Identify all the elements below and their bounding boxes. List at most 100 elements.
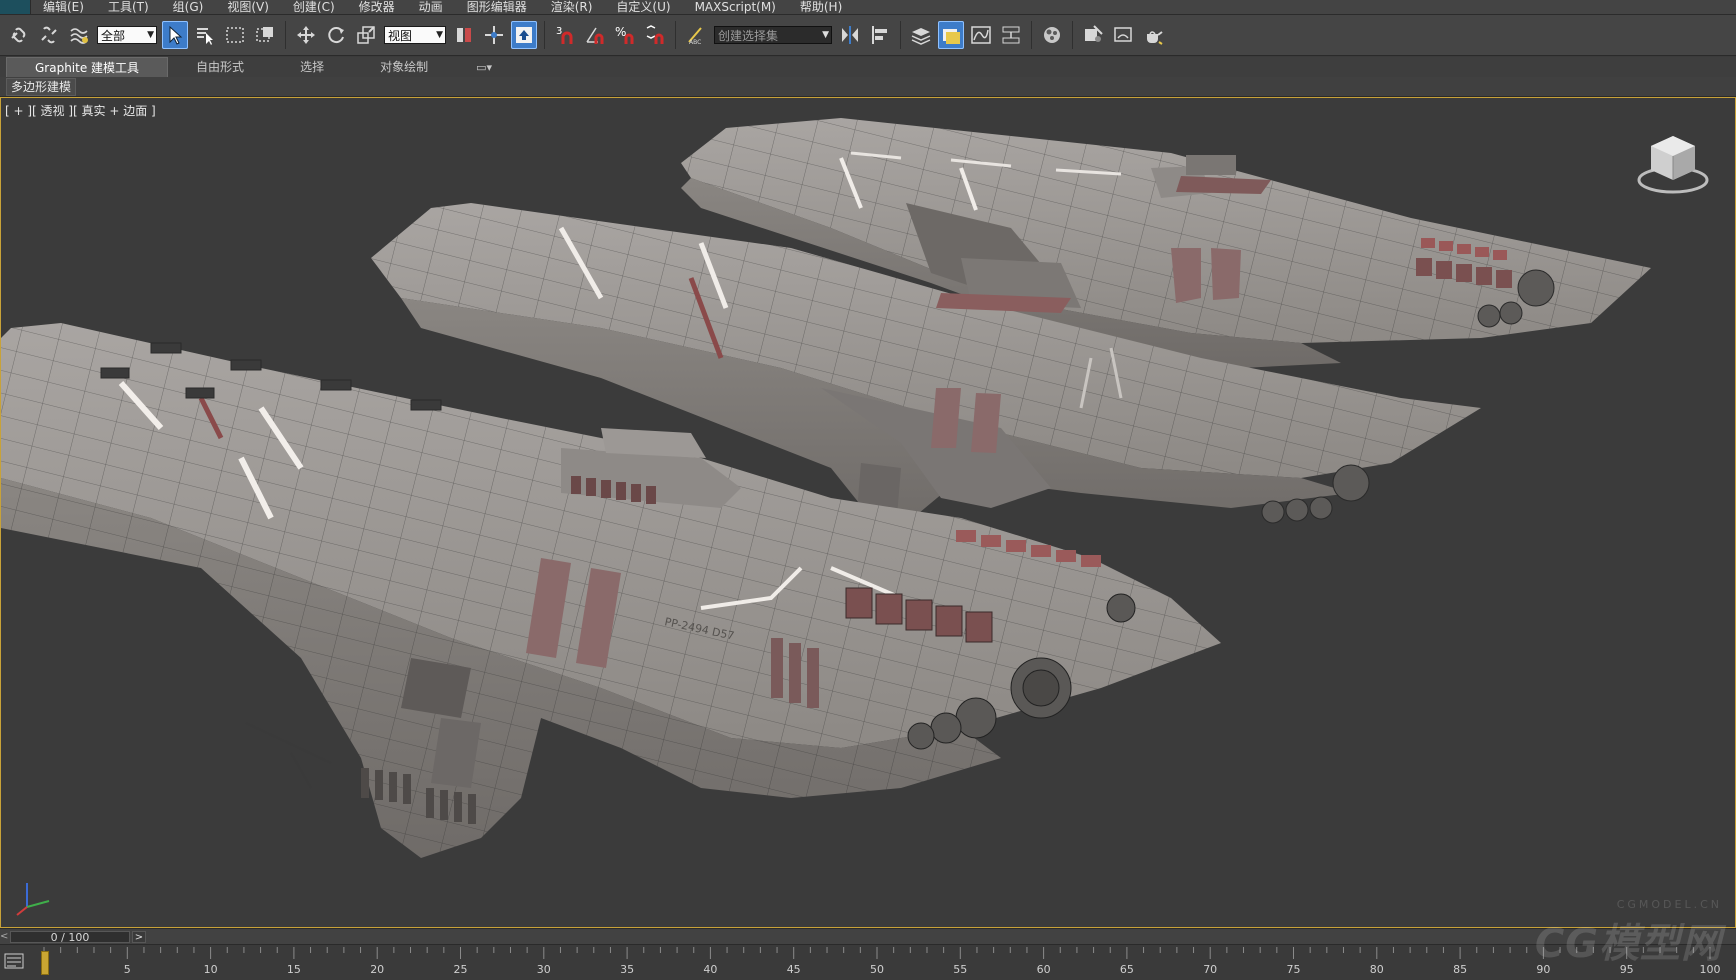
menu-tools[interactable]: 工具(T) xyxy=(96,0,161,14)
trackbar-tick-label: 40 xyxy=(703,963,718,976)
viewcube[interactable] xyxy=(1633,128,1713,198)
manipulate-icon[interactable] xyxy=(481,21,507,49)
main-toolbar: 全部 ▼ 视图 ▼ 3 % ABC 创建选择集 ▼ xyxy=(0,15,1736,56)
time-slider-value: 0 / 100 xyxy=(50,930,90,944)
link-icon[interactable] xyxy=(6,21,32,49)
curve-editor-icon[interactable] xyxy=(968,21,994,49)
trackbar-tick-label: 60 xyxy=(1036,963,1051,976)
trackbar-tick-label: 55 xyxy=(953,963,968,976)
trackbar-tick-label: 20 xyxy=(370,963,385,976)
toolbar-separator xyxy=(544,21,545,49)
menu-bar: 编辑(E) 工具(T) 组(G) 视图(V) 创建(C) 修改器 动画 图形编辑… xyxy=(0,0,1736,15)
keyboard-shortcut-override-icon[interactable] xyxy=(511,21,537,49)
trackbar-tick-label: 85 xyxy=(1453,963,1468,976)
trackbar-tick-label: 30 xyxy=(536,963,551,976)
svg-text:ABC: ABC xyxy=(689,39,701,46)
track-bar[interactable]: 5 10 15 20 25 30 35 40 45 50 55 60 65 70 75 80 85 90 95 100 xyxy=(0,944,1736,980)
layer-icon[interactable] xyxy=(908,21,934,49)
trackbar-tick-label: 65 xyxy=(1119,963,1134,976)
menu-rendering[interactable]: 渲染(R) xyxy=(539,0,605,14)
selection-filter-value: 全部 xyxy=(101,28,126,43)
rotate-icon[interactable] xyxy=(323,21,349,49)
app-logo[interactable] xyxy=(0,0,31,14)
toolbar-separator xyxy=(1031,21,1032,49)
bind-space-warp-icon[interactable] xyxy=(66,21,92,49)
tab-object-paint[interactable]: 对象绘制 xyxy=(352,57,456,77)
toolbar-separator xyxy=(285,21,286,49)
menu-animation[interactable]: 动画 xyxy=(407,0,455,14)
spinner-snap-icon[interactable] xyxy=(642,21,668,49)
pivot-center-icon[interactable] xyxy=(451,21,477,49)
named-selection-dropdown[interactable]: 创建选择集 ▼ xyxy=(714,26,832,44)
move-icon[interactable] xyxy=(293,21,319,49)
trackbar-tick-label: 75 xyxy=(1286,963,1301,976)
menu-graph-editors[interactable]: 图形编辑器 xyxy=(455,0,539,14)
perspective-viewport[interactable]: PP-2494 D57 [ + ][ 透视 ][ 真实 + 边面 ] xyxy=(0,97,1736,928)
tab-graphite-modeling-tools[interactable]: Graphite 建模工具 xyxy=(6,56,169,78)
select-icon[interactable] xyxy=(162,21,188,49)
align-icon[interactable] xyxy=(867,21,893,49)
render-frame-icon[interactable] xyxy=(1110,21,1136,49)
teapot-icon[interactable] xyxy=(1140,21,1166,49)
menu-maxscript[interactable]: MAXScript(M) xyxy=(683,0,788,14)
reference-coord-dropdown[interactable]: 视图 ▼ xyxy=(384,26,446,44)
named-selection-value: 创建选择集 xyxy=(718,28,779,43)
menu-views[interactable]: 视图(V) xyxy=(215,0,281,14)
watermark-big: CG模型网 xyxy=(1534,921,1722,967)
menu-group[interactable]: 组(G) xyxy=(161,0,216,14)
toolbar-separator xyxy=(900,21,901,49)
ribbon-tab-bar: Graphite 建模工具 自由形式 选择 对象绘制 ▭▾ xyxy=(0,56,1736,78)
watermark-small: CGMODEL.CN xyxy=(1616,898,1722,911)
percent-snap-icon[interactable]: % xyxy=(612,21,638,49)
viewport-label[interactable]: [ + ][ 透视 ][ 真实 + 边面 ] xyxy=(5,102,156,119)
scene-render[interactable]: PP-2494 D57 xyxy=(1,98,1735,927)
trackbar-tick-label: 45 xyxy=(786,963,801,976)
menu-create[interactable]: 创建(C) xyxy=(281,0,347,14)
selection-filter-dropdown[interactable]: 全部 ▼ xyxy=(97,26,157,44)
snap-label: 3 xyxy=(556,26,562,37)
ribbon-options-icon[interactable]: ▭▾ xyxy=(476,61,492,74)
subtab-polygon-modeling[interactable]: 多边形建模 xyxy=(6,78,77,96)
trackbar-tick-label: 5 xyxy=(123,963,131,976)
watermark: CGMODEL.CN CG模型网 xyxy=(1535,898,1722,969)
chevron-down-icon: ▼ xyxy=(436,30,443,40)
time-slider[interactable]: < 0 / 100 > xyxy=(0,928,1736,945)
trackbar-tick-label: 50 xyxy=(870,963,884,976)
unlink-icon[interactable] xyxy=(36,21,62,49)
chevron-down-icon: ▼ xyxy=(147,30,154,40)
time-slider-thumb[interactable]: 0 / 100 xyxy=(10,930,130,944)
tab-selection[interactable]: 选择 xyxy=(272,57,352,77)
reference-coord-value: 视图 xyxy=(388,28,413,43)
scene-explorer-icon[interactable] xyxy=(938,21,964,49)
schematic-view-icon[interactable] xyxy=(998,21,1024,49)
time-slider-prev-button[interactable]: < xyxy=(0,931,9,943)
mini-curve-editor-icon[interactable] xyxy=(4,953,24,969)
ribbon-panel-bar: 多边形建模 xyxy=(0,77,1736,97)
menu-edit[interactable]: 编辑(E) xyxy=(31,0,96,14)
edit-named-selection-icon[interactable]: ABC xyxy=(683,21,709,49)
menu-help[interactable]: 帮助(H) xyxy=(788,0,854,14)
trackbar-tick-label: 70 xyxy=(1203,963,1218,976)
trackbar-tick-label: 35 xyxy=(620,963,635,976)
scale-icon[interactable] xyxy=(353,21,379,49)
time-slider-next-button[interactable]: > xyxy=(132,931,146,943)
axis-tripod-icon xyxy=(16,883,50,916)
menu-customize[interactable]: 自定义(U) xyxy=(604,0,682,14)
trackbar-tick-label: 25 xyxy=(453,963,468,976)
material-editor-icon[interactable] xyxy=(1039,21,1065,49)
select-by-name-icon[interactable] xyxy=(192,21,218,49)
trackbar-tick-label: 10 xyxy=(203,963,218,976)
menu-modifiers[interactable]: 修改器 xyxy=(347,0,407,14)
window-crossing-icon[interactable] xyxy=(252,21,278,49)
snap-toggle-icon[interactable]: 3 xyxy=(552,21,578,49)
mirror-icon[interactable] xyxy=(837,21,863,49)
trackbar-tick-label: 80 xyxy=(1369,963,1384,976)
toolbar-separator xyxy=(1072,21,1073,49)
angle-snap-icon[interactable] xyxy=(582,21,608,49)
render-setup-icon[interactable] xyxy=(1080,21,1106,49)
rect-region-icon[interactable] xyxy=(222,21,248,49)
chevron-down-icon: ▼ xyxy=(822,30,829,40)
tab-freeform[interactable]: 自由形式 xyxy=(168,57,272,77)
toolbar-separator xyxy=(675,21,676,49)
current-frame-marker[interactable] xyxy=(41,951,49,975)
